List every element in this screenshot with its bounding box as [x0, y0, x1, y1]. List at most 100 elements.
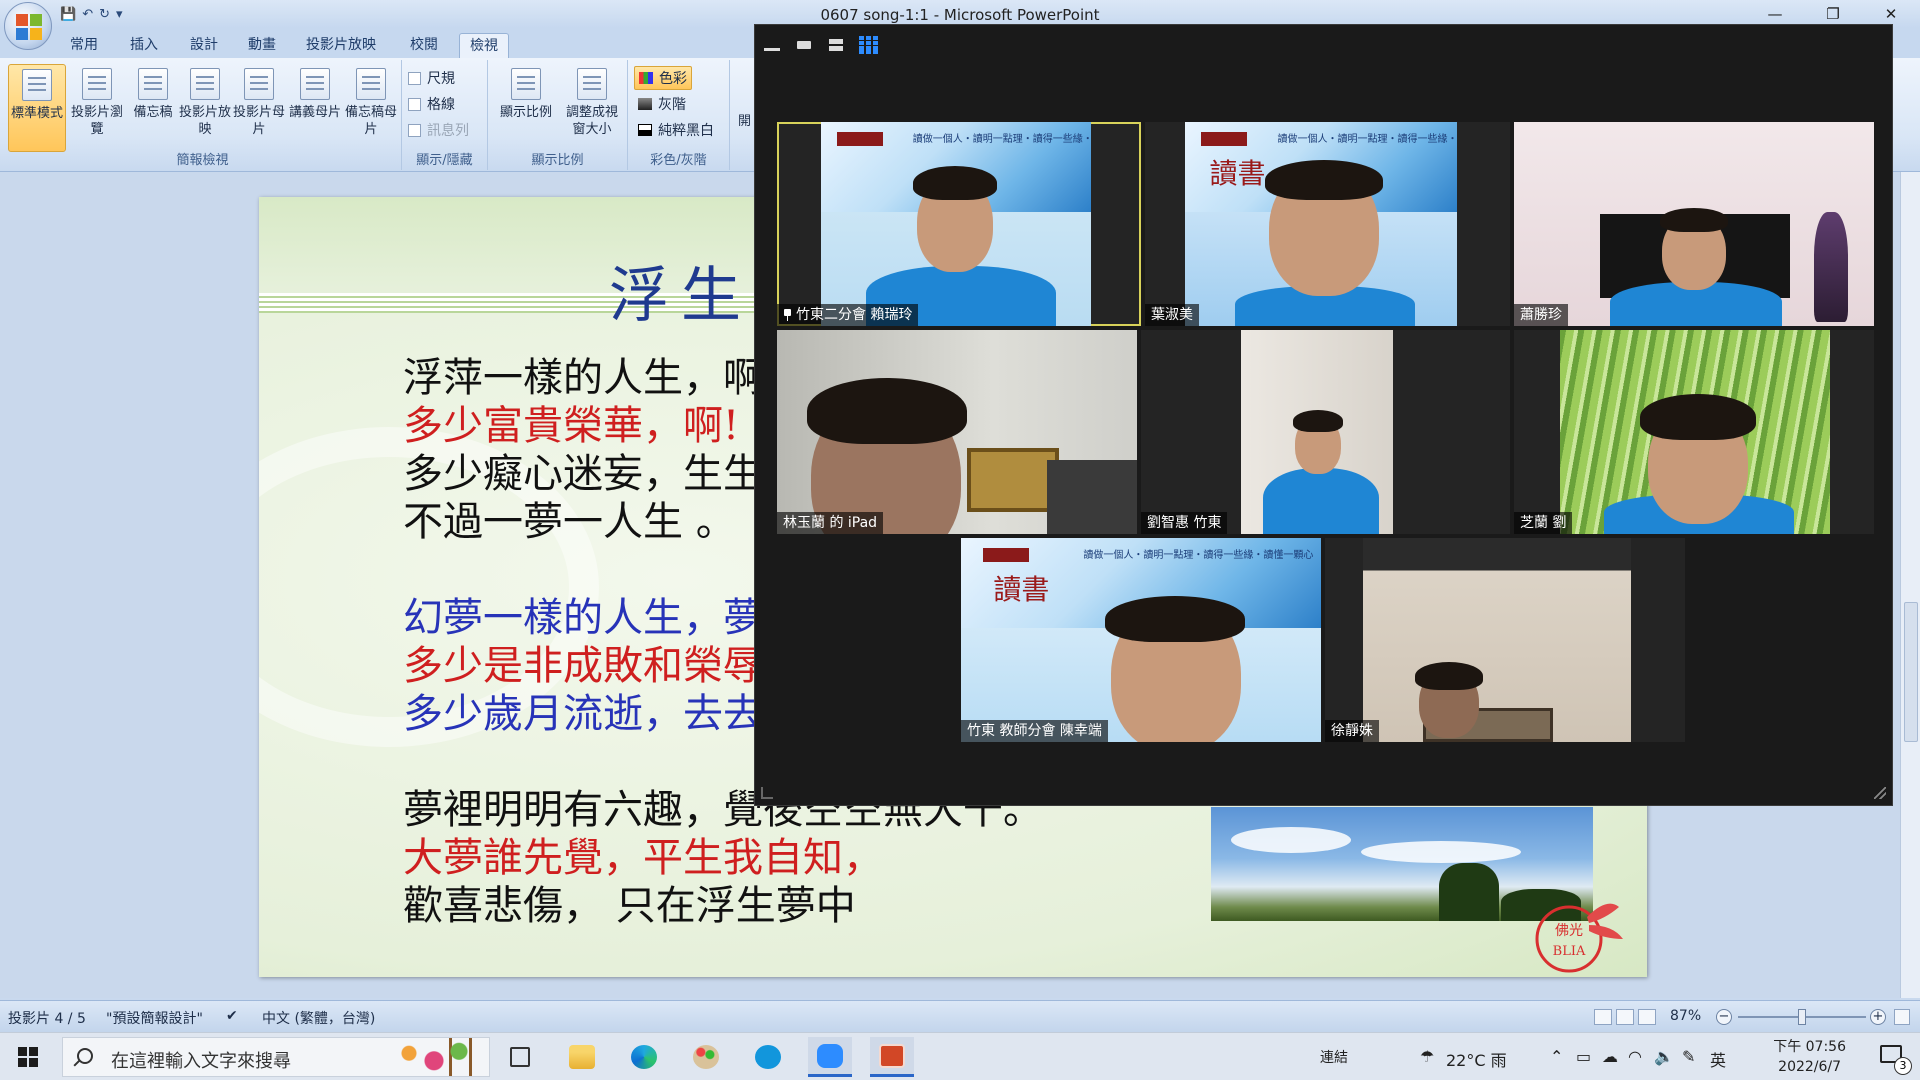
- fit-to-window-button[interactable]: 調整成視窗大小: [560, 64, 624, 152]
- participant-tile[interactable]: 讀做一個人・讀明一點理・讀得一些緣・讀懂一顆心 竹東二分會 賴瑞玲: [777, 122, 1141, 326]
- banner-text: 讀做一個人・讀明一點理・讀得一些緣・讀懂一顆心: [912, 134, 1091, 145]
- participant-tile[interactable]: 芝蘭 劉: [1514, 330, 1874, 534]
- tab-view[interactable]: 檢視: [459, 33, 509, 58]
- participant-tile[interactable]: 讀做一個人・讀明一點理・讀得一些緣・讀懂一顆心 讀書 葉淑美: [1145, 122, 1510, 326]
- handout-master-label: 講義母片: [288, 105, 341, 120]
- zoom-slider-knob[interactable]: [1798, 1009, 1806, 1025]
- edge-button[interactable]: [622, 1037, 666, 1077]
- participant-tile[interactable]: 蕭勝珍: [1514, 122, 1874, 326]
- windows-start-button[interactable]: [18, 1047, 38, 1067]
- hair: [1265, 160, 1383, 200]
- grayscale-swatch-icon: [638, 98, 652, 110]
- zoom-slider[interactable]: [1738, 1009, 1866, 1025]
- resize-handle-icon[interactable]: [761, 787, 773, 799]
- tab-slideshow[interactable]: 投影片放映: [296, 33, 386, 58]
- file-explorer-button[interactable]: [560, 1037, 604, 1077]
- chevron-up-icon[interactable]: ⌃: [1550, 1047, 1563, 1066]
- tab-insert[interactable]: 插入: [120, 33, 168, 58]
- powerpoint-app-button[interactable]: [870, 1037, 914, 1077]
- tab-home[interactable]: 常用: [60, 33, 108, 58]
- tab-animations[interactable]: 動畫: [238, 33, 286, 58]
- paint-button[interactable]: [684, 1037, 728, 1077]
- weather-text[interactable]: 22°C 雨: [1446, 1047, 1507, 1071]
- slide-show-icon: [190, 68, 220, 100]
- handout-master-icon: [300, 68, 330, 100]
- participant-tile[interactable]: 讀做一個人・讀明一點理・讀得一些緣・讀懂一顆心 讀書 竹東 教師分會 陳幸端: [961, 538, 1321, 742]
- message-bar-checkbox[interactable]: 訊息列: [408, 118, 469, 142]
- fit-window-icon: [577, 68, 607, 100]
- zoom-button[interactable]: 顯示比例: [494, 64, 558, 152]
- ime-indicator[interactable]: 英: [1710, 1047, 1726, 1071]
- pen-icon[interactable]: ✎: [1682, 1047, 1695, 1066]
- speaker-view-icon[interactable]: [795, 38, 813, 52]
- zoom-out-button[interactable]: −: [1716, 1009, 1732, 1025]
- scrollbar-thumb[interactable]: [1904, 602, 1918, 742]
- group-presentation-views: 標準模式 投影片瀏覽 備忘稿 投影片放映 投影片母片 講義母片 備忘稿母片 簡報…: [4, 60, 402, 170]
- banner-calligraphy: 讀書: [1209, 157, 1266, 190]
- status-bar: 投影片 4 / 5 "預設簡報設計" ✔ 中文 (繁體，台灣) 87% − +: [0, 1000, 1920, 1032]
- participant-tile[interactable]: 林玉蘭 的 iPad: [777, 330, 1137, 534]
- slide-master-button[interactable]: 投影片母片: [230, 64, 288, 152]
- group-label-show-hide: 顯示/隱藏: [416, 153, 473, 168]
- grayscale-option[interactable]: 灰階: [634, 92, 690, 116]
- weather-icon[interactable]: ☂: [1420, 1047, 1434, 1066]
- minimize-video-icon[interactable]: [763, 38, 781, 52]
- office-button[interactable]: [4, 2, 52, 50]
- wall-painting: [967, 448, 1059, 512]
- slide-sorter-label: 投影片瀏覽: [70, 105, 123, 137]
- tree: [1439, 863, 1499, 921]
- normal-view-status-button[interactable]: [1594, 1009, 1612, 1025]
- cloud: [1361, 841, 1521, 863]
- ruler-checkbox[interactable]: 尺規: [408, 66, 455, 90]
- zoom-in-button[interactable]: +: [1870, 1009, 1886, 1025]
- vertical-scrollbar[interactable]: [1900, 172, 1920, 998]
- clock-date: 2022/6/7: [1778, 1059, 1842, 1075]
- new-window-partial-label[interactable]: 開: [738, 110, 751, 129]
- participant-tile[interactable]: 劉智惠 竹東: [1141, 330, 1510, 534]
- zoom-percent[interactable]: 87%: [1670, 1008, 1701, 1024]
- hair: [1660, 208, 1728, 232]
- banner-text: 讀做一個人・讀明一點理・讀得一些緣・讀懂一顆心: [1083, 550, 1314, 561]
- handout-master-button[interactable]: 講義母片: [286, 64, 344, 152]
- task-view-button[interactable]: [498, 1037, 542, 1077]
- group-label-views: 簡報檢視: [176, 153, 229, 168]
- wifi-icon[interactable]: ◠: [1628, 1047, 1642, 1066]
- svg-text:BLIA: BLIA: [1553, 944, 1586, 959]
- network-label: 連結: [1320, 1050, 1348, 1066]
- participant-tile[interactable]: 徐靜姝: [1325, 538, 1685, 742]
- slide-sorter-button[interactable]: 投影片瀏覽: [68, 64, 126, 152]
- gallery-view-icon[interactable]: [859, 36, 878, 54]
- color-option[interactable]: 色彩: [634, 66, 692, 90]
- gridlines-checkbox[interactable]: 格線: [408, 92, 455, 116]
- clock[interactable]: 下午 07:56 2022/6/7: [1773, 1037, 1846, 1077]
- slide-show-button[interactable]: 投影片放映: [176, 64, 234, 152]
- taskbar-search[interactable]: 在這裡輸入文字來搜尋: [62, 1037, 490, 1077]
- pin-icon: [783, 309, 792, 321]
- volume-icon[interactable]: 🔈: [1654, 1047, 1674, 1066]
- theme-name: "預設簡報設計": [106, 1011, 203, 1027]
- group-label-zoom: 顯示比例: [531, 153, 584, 168]
- resize-grip-icon[interactable]: [1874, 787, 1886, 799]
- participant-video: [1241, 330, 1393, 534]
- pure-bw-option[interactable]: 純粹黑白: [634, 118, 718, 142]
- tab-design[interactable]: 設計: [180, 33, 228, 58]
- skype-button[interactable]: [746, 1037, 790, 1077]
- hair: [1640, 394, 1756, 440]
- sorter-view-status-button[interactable]: [1616, 1009, 1634, 1025]
- normal-view-button[interactable]: 標準模式: [8, 64, 66, 152]
- battery-icon[interactable]: ▭: [1576, 1047, 1591, 1066]
- notes-page-button[interactable]: 備忘稿: [124, 64, 182, 152]
- notes-master-button[interactable]: 備忘稿母片: [342, 64, 400, 152]
- slide-title[interactable]: 浮生: [609, 247, 753, 334]
- tab-review[interactable]: 校閱: [400, 33, 448, 58]
- fit-slide-button[interactable]: [1894, 1009, 1910, 1025]
- language-indicator[interactable]: 中文 (繁體，台灣): [262, 1008, 375, 1028]
- zoom-gallery-window[interactable]: 讀做一個人・讀明一點理・讀得一些緣・讀懂一顆心 竹東二分會 賴瑞玲 讀做一個人・…: [754, 24, 1893, 806]
- slideshow-status-button[interactable]: [1638, 1009, 1656, 1025]
- strip-view-icon[interactable]: [827, 38, 845, 52]
- cloud-icon[interactable]: ☁: [1602, 1047, 1618, 1066]
- powerpoint-icon: [879, 1043, 905, 1068]
- zoom-app-button[interactable]: [808, 1037, 852, 1077]
- participant-name: 竹東二分會 賴瑞玲: [796, 307, 913, 323]
- spell-check-icon[interactable]: ✔: [226, 1008, 238, 1024]
